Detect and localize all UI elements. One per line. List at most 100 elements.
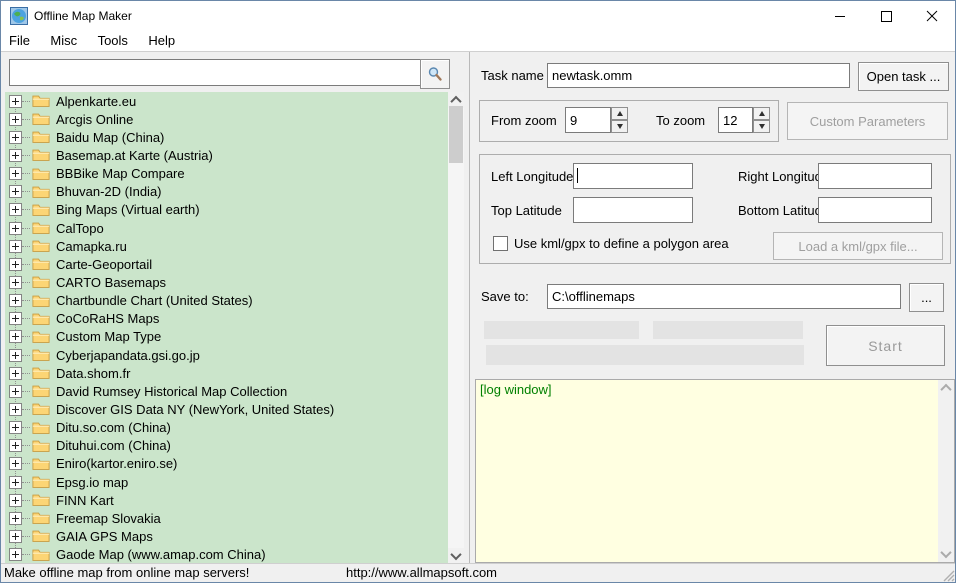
kml-checkbox[interactable]: [493, 236, 508, 251]
expand-plus-icon[interactable]: [9, 475, 22, 489]
tree-item-row[interactable]: Chartbundle Chart (United States): [5, 292, 464, 310]
tree-item-row[interactable]: Gaode Map (www.amap.com China): [5, 546, 464, 564]
expand-plus-icon[interactable]: [9, 457, 22, 471]
expand-plus-icon[interactable]: [9, 548, 22, 562]
expand-plus-icon[interactable]: [9, 185, 22, 199]
tree-item-row[interactable]: Ditu.so.com (China): [5, 419, 464, 437]
open-task-button[interactable]: Open task ...: [858, 62, 949, 91]
scroll-down-icon[interactable]: [938, 546, 954, 562]
minimize-button[interactable]: [817, 1, 863, 31]
tree-item-row[interactable]: Alpenkarte.eu: [5, 92, 464, 110]
expand-plus-icon[interactable]: [9, 294, 22, 308]
expand-plus-icon[interactable]: [9, 257, 22, 271]
tree-connector: [22, 154, 30, 156]
tree-item-row[interactable]: Arcgis Online: [5, 110, 464, 128]
folder-icon: [32, 131, 50, 144]
tree-item-label: BBBike Map Compare: [56, 166, 185, 182]
tree-item-row[interactable]: Discover GIS Data NY (NewYork, United St…: [5, 400, 464, 418]
expand-plus-icon[interactable]: [9, 402, 22, 416]
custom-parameters-button[interactable]: Custom Parameters: [787, 102, 948, 140]
folder-icon: [32, 531, 50, 543]
left-longitude-wrap: [573, 163, 693, 189]
tree-item-row[interactable]: Epsg.io map: [5, 473, 464, 491]
expand-plus-icon[interactable]: [9, 493, 22, 507]
tree-item-row[interactable]: Eniro(kartor.eniro.se): [5, 455, 464, 473]
window-title: Offline Map Maker: [34, 9, 132, 23]
tree-item-row[interactable]: Baidu Map (China): [5, 128, 464, 146]
menu-item[interactable]: File: [1, 31, 38, 51]
tree-item-row[interactable]: David Rumsey Historical Map Collection: [5, 382, 464, 400]
start-button[interactable]: Start: [826, 325, 945, 366]
expand-plus-icon[interactable]: [9, 275, 22, 289]
tree-connector: [22, 481, 30, 483]
expand-plus-icon[interactable]: [9, 330, 22, 344]
tree-item-row[interactable]: Data.shom.fr: [5, 364, 464, 382]
client-area: Alpenkarte.eu Arcgis Online Baidu Map (C…: [1, 52, 955, 564]
spin-up-icon[interactable]: [611, 107, 628, 120]
tree-item-row[interactable]: Freemap Slovakia: [5, 509, 464, 527]
tree-item-row[interactable]: Basemap.at Karte (Austria): [5, 146, 464, 164]
expand-plus-icon[interactable]: [9, 130, 22, 144]
maximize-button[interactable]: [863, 1, 909, 31]
tree-item-row[interactable]: Bing Maps (Virtual earth): [5, 201, 464, 219]
tree-connector: [22, 227, 30, 229]
tree-item-row[interactable]: BBBike Map Compare: [5, 165, 464, 183]
close-button[interactable]: [909, 1, 955, 31]
expand-plus-icon[interactable]: [9, 112, 22, 126]
menu-item[interactable]: Tools: [90, 31, 136, 51]
expand-plus-icon[interactable]: [9, 348, 22, 362]
expand-plus-icon[interactable]: [9, 511, 22, 525]
tree-item-row[interactable]: Cyberjapandata.gsi.go.jp: [5, 346, 464, 364]
task-name-input[interactable]: [547, 63, 850, 88]
tree-item-row[interactable]: Bhuvan-2D (India): [5, 183, 464, 201]
spin-down-icon[interactable]: [611, 120, 628, 133]
expand-plus-icon[interactable]: [9, 312, 22, 326]
tree-item-row[interactable]: Carte-Geoportail: [5, 255, 464, 273]
tree-item-label: Custom Map Type: [56, 329, 162, 345]
tree-item-label: Alpenkarte.eu: [56, 93, 137, 109]
expand-plus-icon[interactable]: [9, 221, 22, 235]
expand-plus-icon[interactable]: [9, 239, 22, 253]
expand-plus-icon[interactable]: [9, 366, 22, 380]
top-latitude-input[interactable]: [573, 197, 693, 223]
expand-plus-icon[interactable]: [9, 384, 22, 398]
left-longitude-label: Left Longitude: [491, 169, 574, 184]
right-longitude-input[interactable]: [818, 163, 932, 189]
tree-item-row[interactable]: Dituhui.com (China): [5, 437, 464, 455]
log-scrollbar[interactable]: [938, 380, 954, 562]
bottom-latitude-input[interactable]: [818, 197, 932, 223]
left-longitude-input[interactable]: [573, 163, 693, 189]
spin-up-icon[interactable]: [753, 107, 770, 120]
to-zoom-spinner: [753, 107, 770, 133]
expand-plus-icon[interactable]: [9, 421, 22, 435]
load-kml-button[interactable]: Load a kml/gpx file...: [773, 232, 943, 260]
tree-item-row[interactable]: GAIA GPS Maps: [5, 527, 464, 545]
tree-item-row[interactable]: CARTO Basemaps: [5, 273, 464, 291]
tree-item-row[interactable]: Camapka.ru: [5, 237, 464, 255]
expand-plus-icon[interactable]: [9, 148, 22, 162]
expand-plus-icon[interactable]: [9, 203, 22, 217]
expand-plus-icon[interactable]: [9, 167, 22, 181]
browse-button[interactable]: ...: [909, 283, 944, 312]
tree-item-row[interactable]: CoCoRaHS Maps: [5, 310, 464, 328]
spin-down-icon[interactable]: [753, 120, 770, 133]
to-zoom-input[interactable]: [718, 107, 753, 133]
tree-item-row[interactable]: FINN Kart: [5, 491, 464, 509]
menu-item[interactable]: Misc: [42, 31, 85, 51]
search-button[interactable]: [420, 59, 450, 89]
resize-grip-icon[interactable]: [941, 568, 955, 582]
tree-connector: [22, 173, 30, 175]
from-zoom-input[interactable]: [565, 107, 611, 133]
tree-item-row[interactable]: CalTopo: [5, 219, 464, 237]
save-path-input[interactable]: [547, 284, 901, 309]
expand-plus-icon[interactable]: [9, 529, 22, 543]
tree-connector: [22, 517, 30, 519]
right-longitude-label: Right Longitude: [738, 169, 830, 184]
tree-connector: [22, 372, 30, 374]
search-input[interactable]: [9, 59, 423, 86]
expand-plus-icon[interactable]: [9, 439, 22, 453]
scroll-up-icon[interactable]: [938, 380, 954, 396]
expand-plus-icon[interactable]: [9, 94, 22, 108]
menu-item[interactable]: Help: [140, 31, 183, 51]
tree-item-row[interactable]: Custom Map Type: [5, 328, 464, 346]
